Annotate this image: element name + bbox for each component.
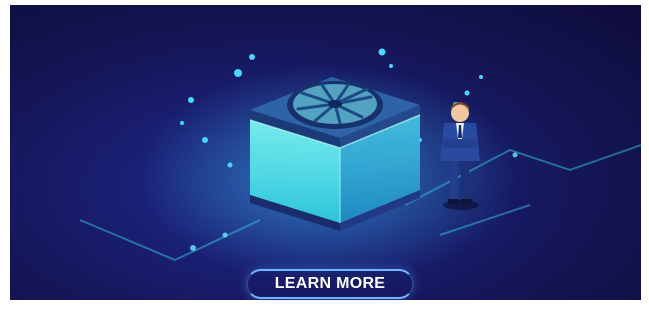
- hero-banner: LEARN MORE: [10, 5, 641, 300]
- fan-icon: [287, 81, 383, 129]
- learn-more-button[interactable]: LEARN MORE: [246, 269, 414, 299]
- hero-illustration: [79, 48, 641, 285]
